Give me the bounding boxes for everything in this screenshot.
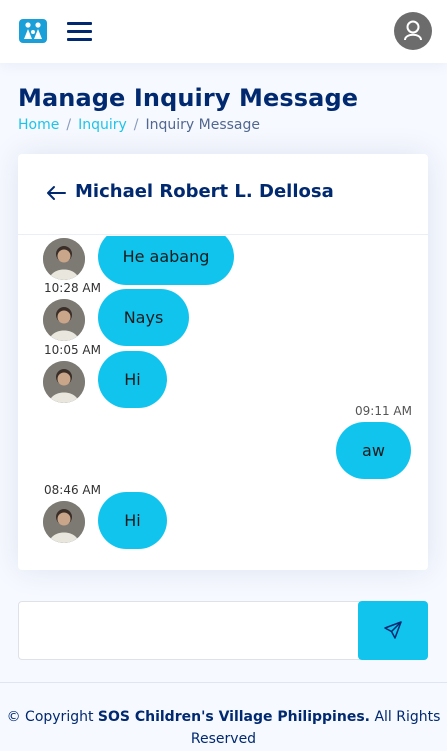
chat-card: Michael Robert L. Dellosa He aabang 10:2… bbox=[18, 154, 428, 570]
message-input[interactable] bbox=[18, 601, 360, 660]
breadcrumb-current: Inquiry Message bbox=[145, 117, 260, 133]
message-text: Hi bbox=[124, 370, 141, 389]
message-timestamp: 08:46 AM bbox=[44, 483, 101, 497]
message-timestamp: 09:11 AM bbox=[355, 404, 412, 418]
message-text: He aabang bbox=[122, 247, 210, 266]
message-text: Hi bbox=[124, 511, 141, 530]
user-profile-icon[interactable] bbox=[394, 12, 432, 50]
footer: © Copyright SOS Children's Village Phili… bbox=[0, 682, 447, 751]
breadcrumb-separator: / bbox=[133, 117, 139, 133]
top-bar bbox=[0, 0, 447, 63]
sender-avatar bbox=[43, 299, 85, 341]
message-bubble-received: Hi bbox=[98, 351, 167, 408]
message-bubble-received: Hi bbox=[98, 492, 167, 549]
message-list[interactable]: He aabang 10:28 AM Nays 10:05 AM Hi 09:1… bbox=[18, 236, 428, 570]
contact-name: Michael Robert L. Dellosa bbox=[75, 181, 334, 202]
message-text: aw bbox=[362, 441, 385, 460]
message-bubble-sent: aw bbox=[336, 422, 411, 479]
page-title: Manage Inquiry Message bbox=[18, 84, 359, 112]
breadcrumb: Home / Inquiry / Inquiry Message bbox=[18, 117, 260, 133]
copyright-prefix: © Copyright bbox=[6, 709, 94, 725]
sender-avatar bbox=[43, 238, 85, 280]
copyright-org: SOS Children's Village Philippines. bbox=[97, 709, 370, 725]
message-bubble-received: Nays bbox=[98, 289, 189, 346]
message-timestamp: 10:28 AM bbox=[44, 281, 101, 295]
send-button[interactable] bbox=[358, 601, 428, 660]
breadcrumb-separator: / bbox=[66, 117, 72, 133]
sender-avatar bbox=[43, 501, 85, 543]
breadcrumb-inquiry-link[interactable]: Inquiry bbox=[78, 117, 127, 133]
chat-header: Michael Robert L. Dellosa bbox=[18, 154, 428, 235]
message-composer bbox=[18, 601, 428, 660]
breadcrumb-home-link[interactable]: Home bbox=[18, 117, 59, 133]
message-text: Nays bbox=[123, 308, 164, 327]
message-timestamp: 10:05 AM bbox=[44, 343, 101, 357]
hamburger-menu-icon[interactable] bbox=[67, 19, 93, 43]
arrow-left-icon[interactable] bbox=[45, 184, 67, 202]
sender-avatar bbox=[43, 361, 85, 403]
send-icon bbox=[384, 621, 402, 639]
sos-children-logo-icon[interactable] bbox=[19, 19, 47, 43]
message-bubble-received: He aabang bbox=[98, 236, 234, 285]
